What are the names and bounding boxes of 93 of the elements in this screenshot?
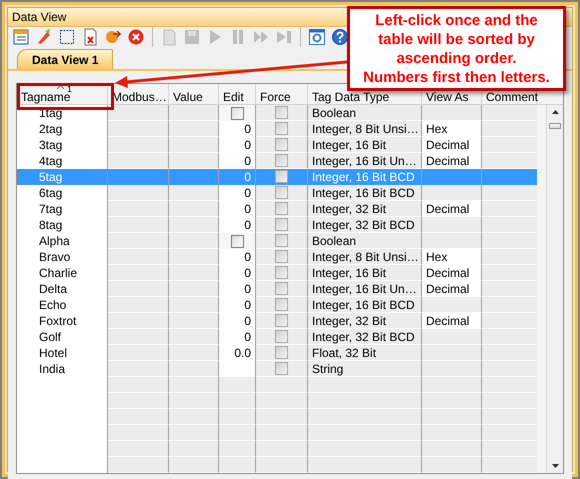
column-header[interactable]: Value [173, 90, 203, 104]
edit-value[interactable]: 0 [244, 313, 251, 329]
edit-value[interactable]: 0 [244, 137, 251, 153]
table-cell: Integer, 16 Bit Un… [312, 153, 417, 168]
pencil-icon[interactable] [35, 28, 53, 46]
table-row[interactable]: 8tag 0 Integer, 32 Bit BCD [17, 217, 546, 233]
table-cell: Integer, 16 Bit [312, 265, 386, 280]
table-cell: 4tag [39, 153, 62, 169]
settings-icon[interactable] [308, 28, 326, 46]
table-cell: Hotel [39, 345, 68, 361]
table-cell: 7tag [39, 201, 62, 217]
cancel-icon[interactable] [127, 28, 145, 46]
scroll-thumb[interactable] [549, 123, 561, 129]
table-cell: Echo [39, 297, 66, 313]
edit-value[interactable]: 0 [244, 249, 251, 265]
table-cell: Charlie [39, 265, 78, 281]
table-cell: Integer, 8 Bit Unsi… [312, 249, 419, 264]
column-header[interactable]: Edit [223, 90, 244, 104]
table-row[interactable]: Foxtrot 0 Integer, 32 Bit Decimal [17, 313, 546, 329]
table-row[interactable]: Alpha Boolean [17, 233, 546, 249]
table-row[interactable]: Delta 0 Integer, 16 Bit Un… Decimal [17, 281, 546, 297]
table-cell: String [312, 361, 344, 376]
table-cell: Integer, 16 Bit BCD [312, 297, 415, 312]
tab[interactable]: Data View 1 [17, 49, 114, 69]
column-header[interactable]: Force [260, 90, 291, 104]
table-row[interactable]: Bravo 0 Integer, 8 Bit Unsi… Hex [17, 249, 546, 265]
scroll-up-icon[interactable] [552, 110, 559, 114]
column-header[interactable]: Comment [486, 90, 538, 104]
table-row[interactable]: 6tag 0 Integer, 16 Bit BCD [17, 185, 546, 201]
scrollbar[interactable] [546, 105, 563, 473]
table-cell: Decimal [426, 153, 470, 168]
table-cell: Boolean [312, 105, 356, 120]
table-cell: Integer, 8 Bit Unsi… [312, 121, 419, 136]
table-cell: Integer, 32 Bit [312, 201, 386, 216]
table-cell: Hex [426, 121, 448, 136]
sort-rank: 1 [67, 85, 72, 94]
table-cell: Decimal [426, 313, 470, 328]
table-row[interactable]: Hotel 0.0 Float, 32 Bit [17, 345, 546, 361]
table-cell: Decimal [426, 137, 470, 152]
edit-value[interactable]: 0 [244, 281, 251, 297]
table-cell: Alpha [39, 233, 70, 249]
edit-value[interactable]: 0 [244, 185, 251, 201]
table-cell: Decimal [426, 265, 470, 280]
column-header[interactable]: Tag Data Type [312, 90, 390, 104]
edit-value[interactable]: 0 [244, 329, 251, 345]
edit-value[interactable]: 0 [244, 201, 251, 217]
edit-value[interactable]: 0 [244, 265, 251, 281]
table-cell: Integer, 16 Bit BCD [312, 169, 415, 184]
table-row[interactable]: Charlie 0 Integer, 16 Bit Decimal [17, 265, 546, 281]
table-cell: India [39, 361, 66, 377]
table-row[interactable]: India String [17, 361, 546, 377]
edit-field[interactable] [219, 361, 256, 377]
column-header[interactable]: View As [426, 90, 468, 104]
table-row[interactable]: 3tag 0 Integer, 16 Bit Decimal [17, 137, 546, 153]
arrow-icon[interactable] [104, 28, 122, 46]
table-cell: Integer, 16 Bit [312, 137, 386, 152]
table-row[interactable]: 4tag 0 Integer, 16 Bit Un… Decimal [17, 153, 546, 169]
table-row[interactable]: Echo 0 Integer, 16 Bit BCD [17, 297, 546, 313]
table-cell: Decimal [426, 281, 470, 296]
table-icon[interactable] [12, 28, 30, 46]
table-cell: Integer, 32 Bit BCD [312, 329, 415, 344]
edit-value[interactable]: 0 [244, 121, 251, 137]
window-title: Data View [12, 9, 66, 26]
edit-value[interactable]: 0 [244, 217, 251, 233]
table-row[interactable]: 2tag 0 Integer, 8 Bit Unsi… Hex [17, 121, 546, 137]
table-cell: Bravo [39, 249, 70, 265]
table-cell: 3tag [39, 137, 62, 153]
edit-value[interactable]: 0 [244, 153, 251, 169]
edit-checkbox[interactable] [230, 234, 244, 248]
table-cell: Boolean [312, 233, 356, 248]
table-row[interactable]: 1tag Boolean [17, 105, 546, 121]
table-cell: 1tag [39, 105, 62, 121]
table-cell: 6tag [39, 185, 62, 201]
table-cell: Float, 32 Bit [312, 345, 376, 360]
scroll-down-icon[interactable] [552, 464, 559, 468]
edit-checkbox[interactable] [230, 106, 244, 120]
table-cell: Hex [426, 249, 448, 264]
table-cell: 8tag [39, 217, 62, 233]
table-cell: Integer, 32 Bit BCD [312, 217, 415, 232]
selection-icon[interactable] [58, 28, 76, 46]
table-cell: 5tag [39, 169, 62, 185]
table-row[interactable]: Golf 0 Integer, 32 Bit BCD [17, 329, 546, 345]
table-row[interactable]: 7tag 0 Integer, 32 Bit Decimal [17, 201, 546, 217]
table-cell: Integer, 32 Bit [312, 313, 386, 328]
table-cell: 2tag [39, 121, 62, 137]
table-cell: Golf [39, 329, 62, 345]
table-cell: Foxtrot [39, 313, 76, 329]
table-cell: Delta [39, 281, 68, 297]
table-cell: Integer, 16 Bit Un… [312, 281, 417, 296]
table-cell: Integer, 16 Bit BCD [312, 185, 415, 200]
table-cell: Decimal [426, 201, 470, 216]
callout-text: Left-click once and the table will be sorted by ascending order. Numbers first then letters. [363, 10, 550, 86]
edit-value[interactable]: 0 [244, 297, 251, 313]
